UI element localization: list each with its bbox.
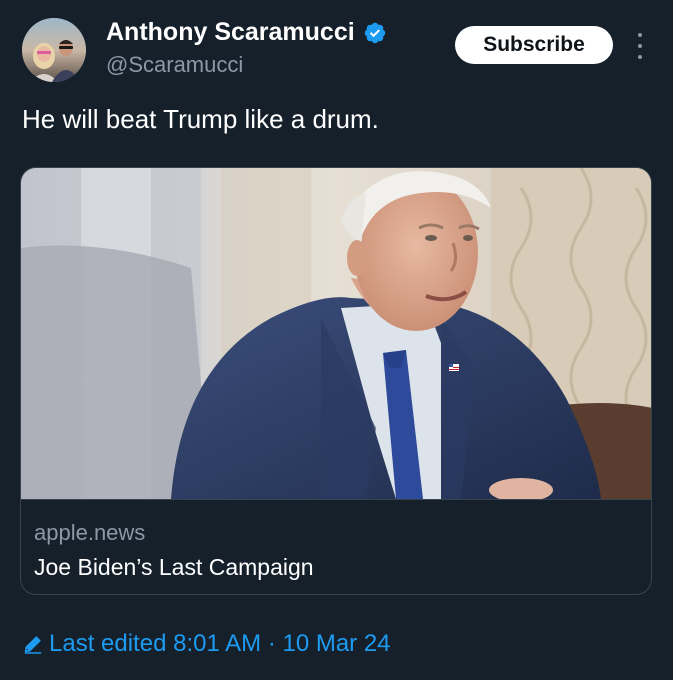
link-card-meta: apple.news Joe Biden’s Last Campaign [21,499,651,594]
tweet: Anthony Scaramucci @Scaramucci Subscribe… [0,0,673,680]
more-dot [638,44,642,48]
more-dot [638,55,642,59]
more-dot [638,33,642,37]
verified-badge-icon[interactable] [363,21,387,45]
last-edited-link[interactable]: Last edited 8:01 AM · 10 Mar 24 [22,630,391,658]
author-name-row: Anthony Scaramucci [106,18,387,47]
link-card-domain: apple.news [34,520,146,545]
author-display-name[interactable]: Anthony Scaramucci [106,18,355,47]
avatar[interactable] [22,18,86,82]
last-edited-text: Last edited 8:01 AM · 10 Mar 24 [49,630,391,657]
tweet-text: He will beat Trump like a drum. [22,104,379,134]
more-options-icon[interactable] [630,33,650,59]
subscribe-button[interactable]: Subscribe [455,26,613,64]
article-photo[interactable] [21,168,652,499]
pencil-icon [24,636,42,654]
author-handle[interactable]: @Scaramucci [106,52,243,78]
link-preview-card[interactable]: apple.news Joe Biden’s Last Campaign [20,167,652,595]
avatar-image [22,18,86,82]
link-card-title: Joe Biden’s Last Campaign [34,554,314,580]
